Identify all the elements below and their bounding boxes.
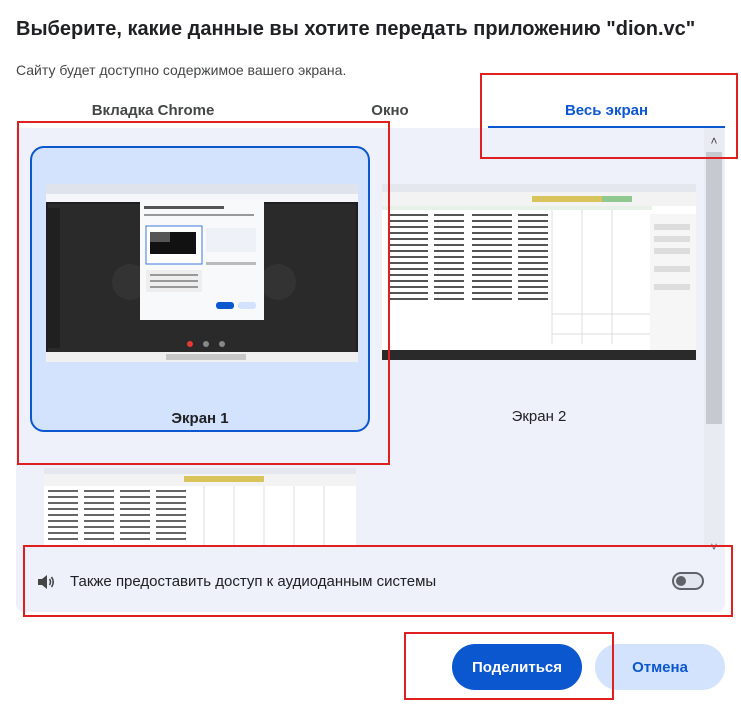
screen-grid: Экран 1 Экран 2: [16, 128, 704, 546]
system-audio-label: Также предоставить доступ к аудиоданным …: [70, 573, 437, 590]
dialog-title: Выберите, какие данные вы хотите передат…: [16, 18, 696, 40]
screen-2-label: Экран 2: [511, 408, 567, 425]
screen-3-thumbnail[interactable]: [44, 468, 356, 546]
system-audio-toggle[interactable]: [672, 572, 704, 590]
dialog-subtitle: Сайту будет доступно содержимое вашего э…: [16, 62, 347, 78]
toggle-knob: [676, 576, 686, 586]
cancel-button[interactable]: Отмена: [595, 644, 725, 690]
scrollbar-thumb[interactable]: [706, 152, 722, 424]
tab-window[interactable]: Окно: [340, 102, 440, 126]
tab-chrome-tab[interactable]: Вкладка Chrome: [88, 102, 218, 126]
tab-entire-screen[interactable]: Весь экран: [488, 102, 725, 126]
scroll-up-arrow-icon[interactable]: ˄: [704, 132, 724, 150]
screen-2-thumbnail: [382, 184, 696, 360]
speaker-icon: [38, 575, 55, 589]
screen-1-card[interactable]: Экран 1: [30, 146, 370, 432]
system-audio-row[interactable]: Также предоставить доступ к аудиоданным …: [16, 552, 725, 612]
screen-2-card[interactable]: Экран 2: [380, 146, 698, 432]
share-button[interactable]: Поделиться: [452, 644, 582, 690]
screen-1-thumbnail: [46, 184, 358, 362]
screen-1-label: Экран 1: [171, 410, 229, 427]
